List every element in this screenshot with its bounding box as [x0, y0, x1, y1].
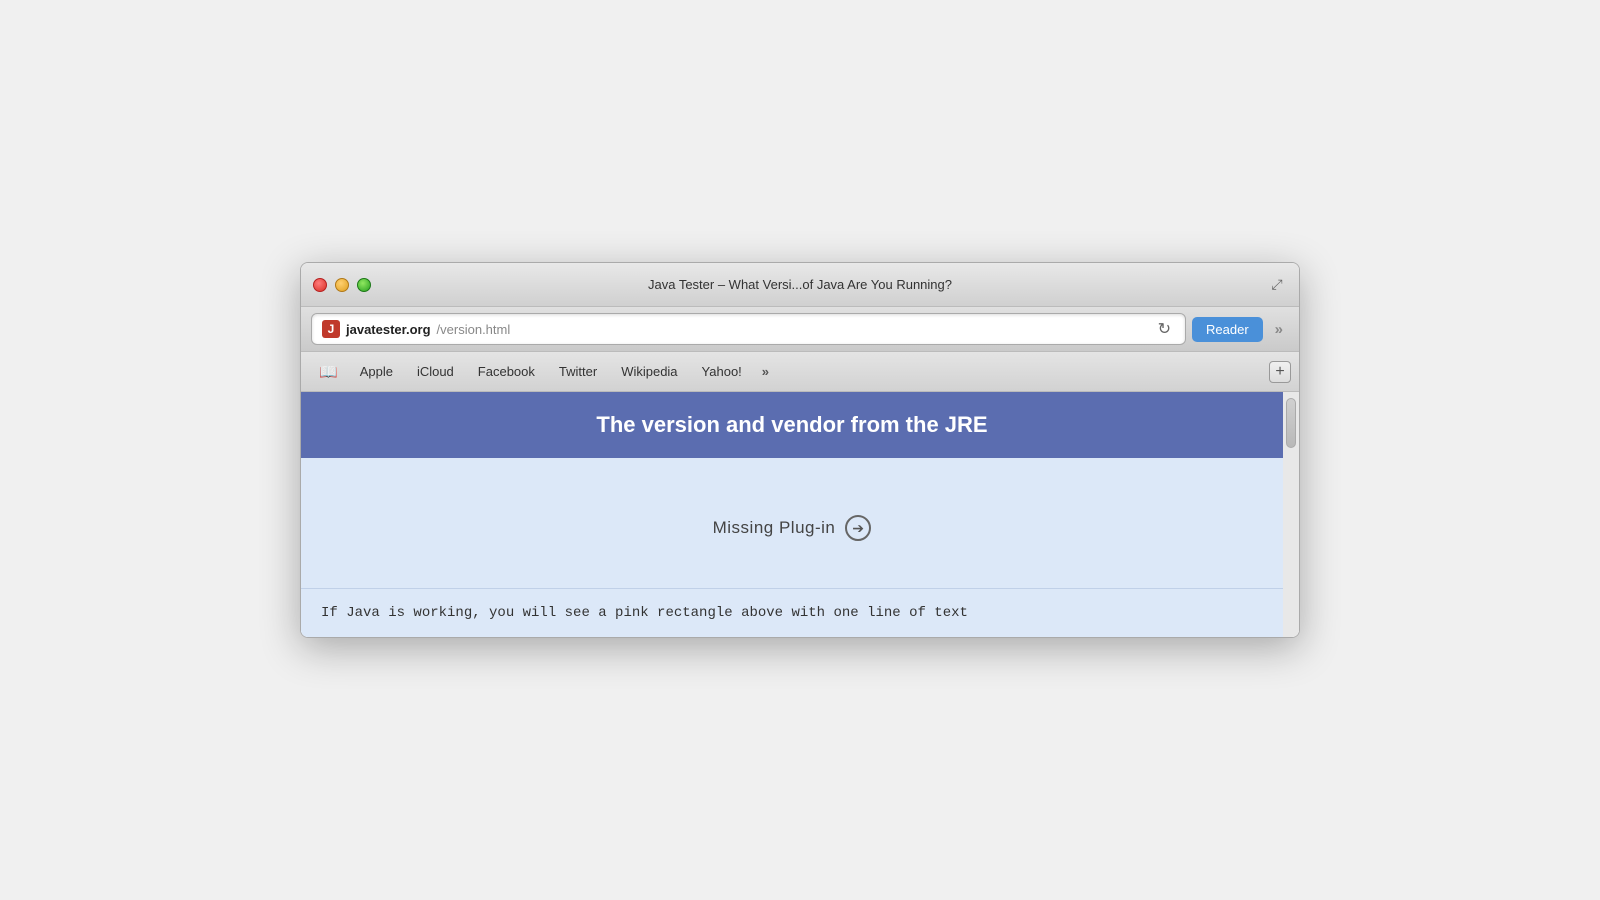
jre-footer: If Java is working, you will see a pink … [301, 588, 1283, 637]
url-domain: javatester.org [346, 322, 431, 337]
address-bar-row: J javatester.org /version.html ↻ Reader … [301, 307, 1299, 352]
favicon: J [322, 320, 340, 338]
expand-button[interactable]: ⤢ [1267, 275, 1287, 295]
bookmarks-icon[interactable]: 📖 [309, 357, 348, 387]
jre-header: The version and vendor from the JRE [301, 392, 1283, 458]
content-area: The version and vendor from the JRE Miss… [301, 392, 1299, 637]
jre-footer-text: If Java is working, you will see a pink … [321, 605, 968, 621]
navigation-overflow[interactable]: » [1269, 317, 1289, 342]
minimize-button[interactable] [335, 278, 349, 292]
plugin-icon: ➔ [845, 515, 871, 541]
url-path: /version.html [437, 322, 511, 337]
bookmark-wikipedia[interactable]: Wikipedia [609, 358, 689, 385]
bookmark-apple[interactable]: Apple [348, 358, 405, 385]
bookmark-twitter[interactable]: Twitter [547, 358, 609, 385]
close-button[interactable] [313, 278, 327, 292]
bookmarks-bar: 📖 Apple iCloud Facebook Twitter Wikipedi… [301, 352, 1299, 392]
bookmark-icloud[interactable]: iCloud [405, 358, 466, 385]
window-title: Java Tester – What Versi...of Java Are Y… [648, 277, 952, 292]
new-tab-button[interactable]: + [1269, 361, 1291, 383]
jre-header-text: The version and vendor from the JRE [596, 412, 987, 437]
maximize-button[interactable] [357, 278, 371, 292]
browser-window: Java Tester – What Versi...of Java Are Y… [300, 262, 1300, 638]
bookmarks-overflow[interactable]: » [754, 358, 777, 385]
title-bar: Java Tester – What Versi...of Java Are Y… [301, 263, 1299, 307]
page-content: The version and vendor from the JRE Miss… [301, 392, 1283, 637]
scrollbar[interactable] [1283, 392, 1299, 637]
scrollbar-thumb[interactable] [1286, 398, 1296, 448]
bookmark-facebook[interactable]: Facebook [466, 358, 547, 385]
jre-body: Missing Plug-in ➔ [301, 458, 1283, 588]
missing-plugin-label: Missing Plug-in [713, 518, 836, 538]
traffic-lights [313, 278, 371, 292]
missing-plugin-container[interactable]: Missing Plug-in ➔ [713, 515, 872, 541]
reload-button[interactable]: ↻ [1154, 319, 1175, 339]
address-bar[interactable]: J javatester.org /version.html ↻ [311, 313, 1186, 345]
bookmark-yahoo[interactable]: Yahoo! [690, 358, 754, 385]
reader-button[interactable]: Reader [1192, 317, 1263, 342]
